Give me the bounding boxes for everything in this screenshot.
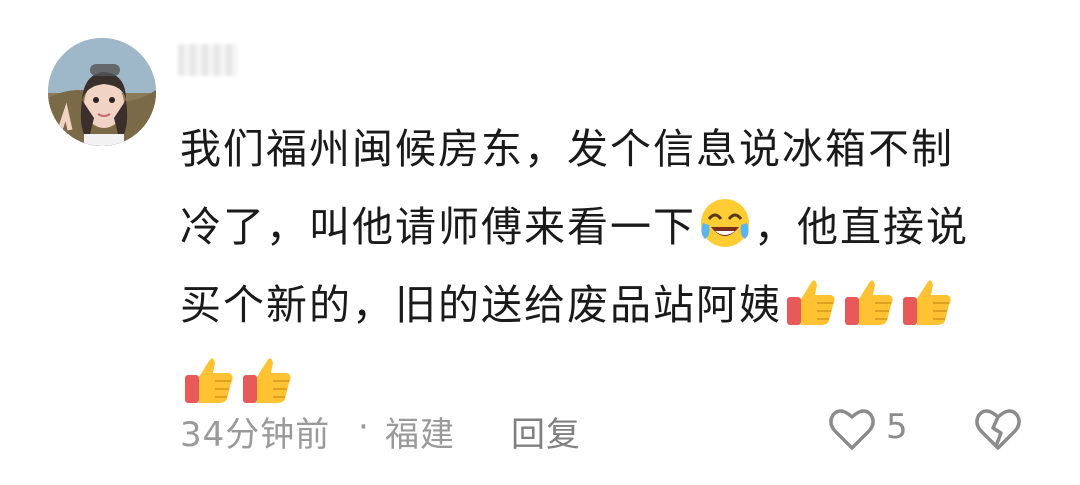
comment-time: 34分钟前 (180, 415, 331, 455)
comment-footer: 34分钟前 · 福建 回复 5 (180, 400, 1040, 460)
thumbs-up-emoji (787, 280, 835, 325)
like-button[interactable]: 5 (828, 400, 928, 460)
comment-text-line2b: ，他直接说 (754, 203, 969, 251)
broken-heart-outline-icon[interactable] (974, 406, 1022, 452)
heart-outline-icon (829, 409, 875, 450)
username-blurred[interactable] (178, 44, 238, 76)
thumbs-up-emoji (903, 280, 951, 325)
thumbs-up-emoji (243, 358, 291, 403)
laughing-crying-emoji (701, 199, 749, 247)
comment-text-line1: 我们福州闽候房东，发个信息说冰箱不制 (180, 125, 954, 173)
avatar[interactable] (48, 38, 156, 146)
avatar-image (48, 38, 156, 146)
comment-location: 福建 (385, 415, 455, 455)
reply-button[interactable]: 回复 (511, 407, 581, 456)
comment-item: 我们福州闽候房东，发个信息说冰箱不制 冷了，叫他请师傅来看一下 ，他直接说 买个… (0, 0, 1080, 485)
separator-dot: · (358, 407, 370, 447)
thumbs-up-emoji (185, 358, 233, 403)
comment-text-line3: 买个新的，旧的送给废品站阿姨 (180, 281, 782, 329)
comment-text-line2a: 冷了，叫他请师傅来看一下 (180, 203, 696, 251)
thumbs-up-emoji (845, 280, 893, 325)
like-count: 5 (886, 407, 909, 447)
comment-text: 我们福州闽候房东，发个信息说冰箱不制 冷了，叫他请师傅来看一下 ，他直接说 买个… (180, 110, 1020, 422)
